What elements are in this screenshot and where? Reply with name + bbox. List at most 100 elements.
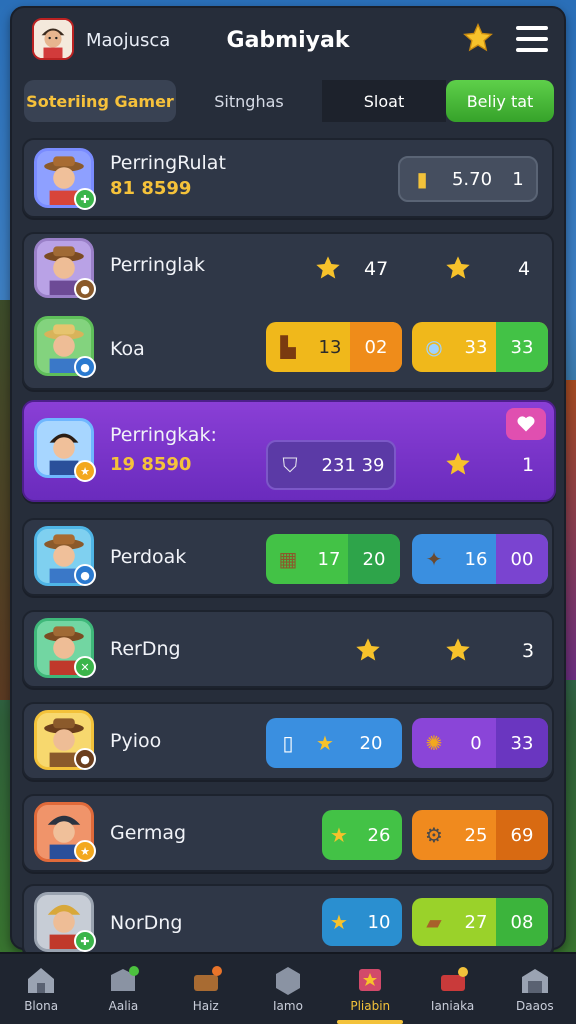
shield-value: 231 39 bbox=[321, 454, 385, 476]
list-item[interactable]: ✕ RerDng 3 bbox=[22, 610, 554, 688]
reward-pill: ▙ 13 02 bbox=[266, 322, 402, 372]
player-name: NorDng bbox=[110, 912, 183, 934]
box-icon bbox=[111, 966, 140, 991]
tab-settings[interactable]: Sitnghas bbox=[176, 80, 322, 122]
star-icon bbox=[446, 638, 470, 661]
reward-pill: ▦ 17 20 bbox=[266, 534, 400, 584]
menu-button[interactable] bbox=[516, 26, 548, 52]
player-name: Koa bbox=[110, 338, 145, 360]
star-icon: ★ bbox=[330, 823, 348, 847]
nav-label: Daaos bbox=[516, 999, 554, 1013]
menu-line bbox=[516, 37, 548, 41]
player-name: PerringRulat bbox=[110, 152, 226, 174]
nav-item-haiz[interactable]: Haiz bbox=[165, 954, 247, 1024]
badge-icon: ● bbox=[74, 278, 96, 300]
badge-icon: ✚ bbox=[74, 930, 96, 952]
trophy-card-icon bbox=[359, 969, 382, 991]
badge-icon: ✚ bbox=[74, 188, 96, 210]
chest-icon: ▰ bbox=[426, 910, 442, 934]
list-item-current-player[interactable]: ★ Perringkak: 19 8590 ⛉ 231 39 1 bbox=[22, 400, 556, 502]
row-right-value: 1 bbox=[522, 454, 535, 476]
list-item[interactable]: ✚ PerringRulat 81 8599 ▮ 5.70 1 bbox=[22, 138, 554, 218]
reward-value-b: 69 bbox=[496, 810, 548, 860]
badge-icon: ★ bbox=[74, 460, 96, 482]
badge-icon: ● bbox=[74, 564, 96, 586]
tab-bar: Soteriing Gamer Sitnghas Sloat Beliy tat bbox=[20, 78, 558, 124]
reward-pill: ★ 10 bbox=[322, 898, 402, 946]
shield-icon: ⛉ bbox=[282, 453, 298, 477]
list-item[interactable]: ● Pyioo ▯ ★ 20 ✺ 0 33 bbox=[22, 702, 554, 780]
home-icon bbox=[28, 968, 55, 993]
menu-line bbox=[516, 26, 548, 30]
reward-pill: ▰ 27 08 bbox=[412, 898, 548, 946]
reward-pill: ✺ 0 33 bbox=[412, 718, 548, 768]
coin-extra: 1 bbox=[512, 168, 524, 190]
shield-pill: ⛉ 231 39 bbox=[266, 440, 396, 490]
star-icon: ★ bbox=[330, 910, 348, 934]
player-score: 19 8590 bbox=[110, 454, 192, 475]
star-icon: ★ bbox=[316, 731, 334, 755]
player-name: Perringkak: bbox=[110, 424, 217, 446]
coin-stack-icon: ▮ bbox=[416, 167, 428, 191]
row-right-value: 4 bbox=[518, 258, 531, 280]
reward-value-a: 27 bbox=[464, 911, 488, 933]
player-name: Germag bbox=[110, 822, 187, 844]
list-item[interactable]: ★ Germag ★ 26 ⚙ 25 69 bbox=[22, 794, 554, 872]
badge-icon: ● bbox=[74, 748, 96, 770]
nav-item-alerts[interactable]: Aalia bbox=[82, 954, 164, 1024]
nav-label: Aalia bbox=[108, 999, 139, 1013]
menu-line bbox=[516, 48, 548, 52]
badge-icon: ● bbox=[74, 356, 96, 378]
nav-item-leaderboard[interactable]: Pliabin bbox=[329, 954, 411, 1024]
hexagon-icon bbox=[275, 967, 300, 995]
tab-sloat[interactable]: Sloat bbox=[322, 80, 446, 122]
nav-label: Iamo bbox=[273, 999, 303, 1013]
badge-icon: ★ bbox=[74, 840, 96, 862]
shop-icon bbox=[521, 969, 548, 993]
reward-value-b: 20 bbox=[348, 534, 400, 584]
reward-value-a: 26 bbox=[367, 824, 391, 846]
star-icon bbox=[446, 256, 470, 279]
chest-icon bbox=[193, 966, 222, 991]
reward-pill: ✦ 16 00 bbox=[412, 534, 548, 584]
reward-value-a: 33 bbox=[464, 336, 488, 358]
reward-pill: ★ 26 bbox=[322, 810, 402, 860]
reward-value-b: 33 bbox=[496, 718, 548, 768]
reward-value-a: 25 bbox=[464, 824, 488, 846]
top-bar: Maojusca Gabmiyak bbox=[12, 8, 564, 72]
player-score: 81 8599 bbox=[110, 178, 192, 199]
gift-icon bbox=[440, 967, 468, 991]
crate-icon: ▦ bbox=[278, 547, 298, 571]
favorite-star-icon[interactable] bbox=[462, 22, 494, 54]
coin-pill: ▮ 5.70 1 bbox=[398, 156, 538, 202]
card-icon: ▯ bbox=[282, 731, 294, 755]
reward-pill: ⚙ 25 69 bbox=[412, 810, 548, 860]
star-icon bbox=[446, 452, 470, 475]
list-item[interactable]: ● Perdoak ▦ 17 20 ✦ 16 00 bbox=[22, 518, 554, 596]
list-item[interactable]: ✚ NorDng ★ 10 ▰ 27 08 bbox=[22, 884, 554, 958]
reward-value-b: 00 bbox=[496, 534, 548, 584]
creature-icon: ✺ bbox=[425, 731, 443, 755]
badge-icon: ✕ bbox=[74, 656, 96, 678]
reward-value-a: 13 bbox=[318, 336, 342, 358]
reward-value-a: 0 bbox=[470, 732, 482, 754]
player-name: Pyioo bbox=[110, 730, 162, 752]
row-mid-value: 47 bbox=[364, 258, 389, 280]
reward-value-a: 16 bbox=[464, 548, 488, 570]
nav-item-daaos[interactable]: Daaos bbox=[494, 954, 576, 1024]
gem-icon: ◉ bbox=[425, 335, 443, 359]
nav-item-iamo[interactable]: Iamo bbox=[247, 954, 329, 1024]
tab-sorting-games[interactable]: Soteriing Gamer bbox=[24, 80, 176, 122]
star-icon bbox=[356, 638, 380, 661]
nav-label: Pliabin bbox=[350, 999, 391, 1013]
reward-pill: ◉ 33 33 bbox=[412, 322, 548, 372]
leaderboard-panel: Maojusca Gabmiyak Soteriing Gamer Sitngh… bbox=[10, 6, 566, 958]
heart-icon[interactable] bbox=[506, 408, 546, 440]
nav-label: Blona bbox=[24, 999, 59, 1013]
coin-value: 5.70 bbox=[451, 168, 493, 190]
nav-item-ianiaka[interactable]: Ianiaka bbox=[411, 954, 493, 1024]
tab-beliy-tat[interactable]: Beliy tat bbox=[446, 80, 554, 122]
nav-item-home[interactable]: Blona bbox=[0, 954, 82, 1024]
star-icon bbox=[316, 256, 340, 279]
creature-icon: ✦ bbox=[425, 547, 443, 571]
